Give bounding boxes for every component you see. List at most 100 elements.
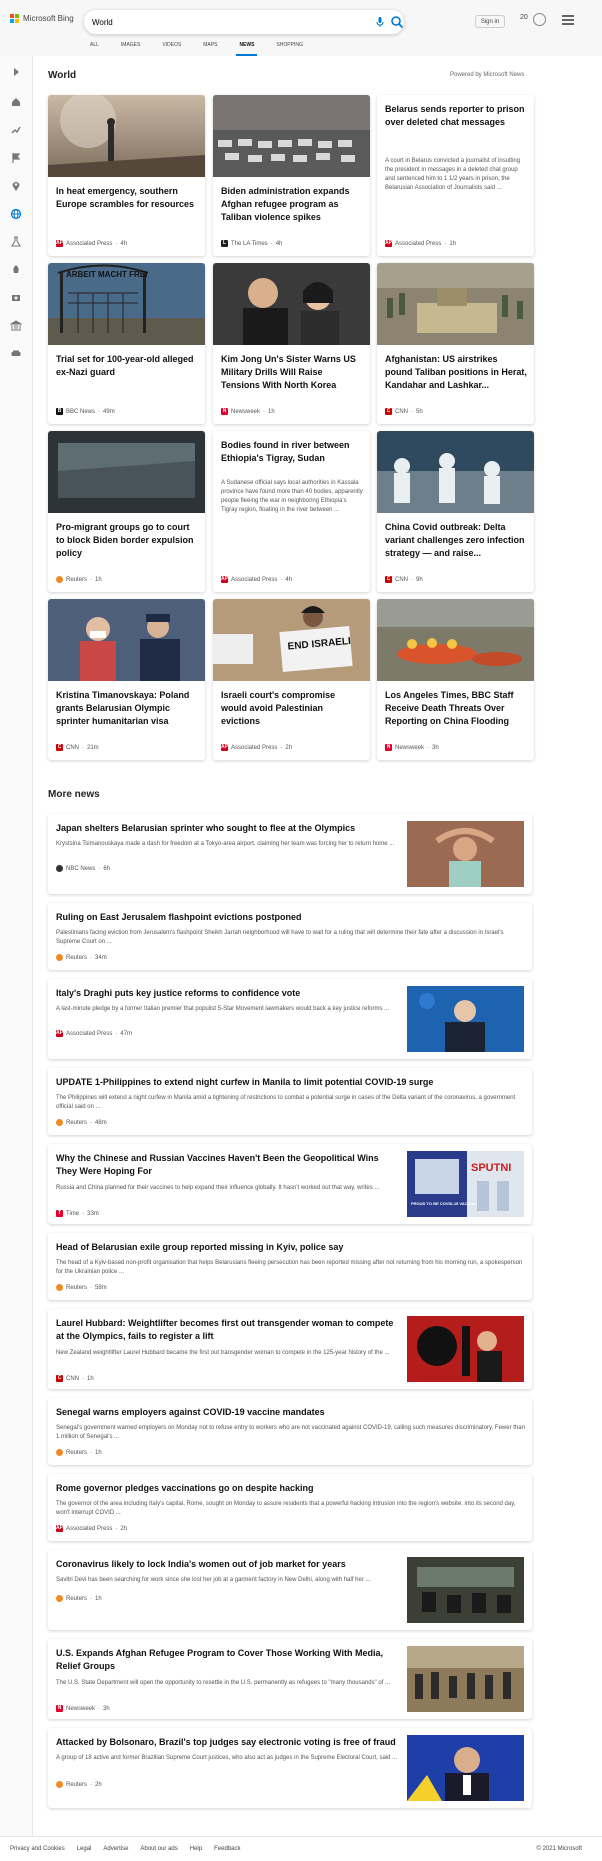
card-title[interactable]: Pro-migrant groups go to court to block … — [56, 521, 198, 560]
row-title[interactable]: Coronavirus likely to lock India's women… — [56, 1558, 401, 1571]
more-news-title: More news — [48, 789, 100, 800]
card-title[interactable]: Belarus sends reporter to prison over de… — [385, 103, 527, 129]
expand-icon[interactable] — [10, 66, 22, 78]
row-source: NBC News · 6h — [56, 865, 110, 872]
news-card[interactable]: Afghanistan: US airstrikes pound Taliban… — [377, 263, 534, 424]
microphone-icon[interactable] — [374, 16, 386, 28]
news-row[interactable]: Senegal warns employers against COVID-19… — [48, 1398, 532, 1465]
tab-images[interactable]: IMAGES — [121, 40, 140, 56]
card-title[interactable]: Biden administration expands Afghan refu… — [221, 185, 363, 224]
news-card[interactable]: ARBEIT MACHT FREI Trial set for 100-year… — [48, 263, 205, 424]
card-source: C CNN · 21m — [56, 744, 99, 751]
news-row[interactable]: Ruling on East Jerusalem flashpoint evic… — [48, 903, 532, 970]
card-title[interactable]: Israeli court's compromise would avoid P… — [221, 689, 363, 728]
ap-logo-icon: AP — [221, 744, 228, 751]
tab-maps[interactable]: MAPS — [203, 40, 217, 56]
news-card[interactable]: END ISRAELI Israeli court's compromise w… — [213, 599, 370, 760]
rocket-icon[interactable] — [10, 264, 22, 276]
la-times-logo-icon: L — [221, 240, 228, 247]
row-title[interactable]: Laurel Hubbard: Weightlifter becomes fir… — [56, 1317, 401, 1343]
row-description: Krystsina Tsimanouskaya made a dash for … — [56, 841, 395, 847]
rewards-count[interactable]: 20 — [520, 14, 528, 21]
card-image — [213, 95, 370, 177]
row-title[interactable]: Japan shelters Belarusian sprinter who s… — [56, 822, 396, 835]
science-icon[interactable] — [10, 236, 22, 248]
footer-link-privacy[interactable]: Privacy and Cookies — [10, 1846, 65, 1852]
news-row[interactable]: Japan shelters Belarusian sprinter who s… — [48, 814, 532, 894]
footer-link-about-ads[interactable]: About our ads — [140, 1846, 177, 1852]
footer-link-feedback[interactable]: Feedback — [214, 1846, 240, 1852]
news-row[interactable]: U.S. Expands Afghan Refugee Program to C… — [48, 1639, 532, 1719]
card-source: AP Associated Press · 1h — [385, 240, 457, 247]
row-title[interactable]: Rome governor pledges vaccinations go on… — [56, 1482, 526, 1495]
footer-link-advertise[interactable]: Advertise — [103, 1846, 128, 1852]
home-icon[interactable] — [10, 96, 22, 108]
card-description: A court in Belarus convicted a journalis… — [385, 158, 521, 191]
card-title[interactable]: China Covid outbreak: Delta variant chal… — [385, 521, 527, 560]
card-title[interactable]: Kristina Timanovskaya: Poland grants Bel… — [56, 689, 198, 728]
tab-all[interactable]: ALL — [90, 40, 99, 56]
news-row[interactable]: Coronavirus likely to lock India's women… — [48, 1550, 532, 1630]
news-row[interactable]: Head of Belarusian exile group reported … — [48, 1233, 532, 1300]
news-row[interactable]: Attacked by Bolsonaro, Brazil's top judg… — [48, 1728, 532, 1808]
card-title[interactable]: Los Angeles Times, BBC Staff Receive Dea… — [385, 689, 527, 728]
row-title[interactable]: Ruling on East Jerusalem flashpoint evic… — [56, 911, 526, 924]
news-row[interactable]: Laurel Hubbard: Weightlifter becomes fir… — [48, 1309, 532, 1389]
tab-shopping[interactable]: SHOPPING — [276, 40, 302, 56]
microsoft-logo-icon — [10, 14, 19, 23]
entertainment-icon[interactable] — [10, 292, 22, 304]
row-title[interactable]: U.S. Expands Afghan Refugee Program to C… — [56, 1647, 401, 1673]
card-source: AP Associated Press · 4h — [221, 576, 293, 583]
menu-icon[interactable] — [562, 15, 574, 25]
card-image — [48, 599, 205, 681]
news-card[interactable]: Kristina Timanovskaya: Poland grants Bel… — [48, 599, 205, 760]
search-icon[interactable] — [390, 15, 404, 29]
rewards-icon[interactable] — [533, 13, 546, 26]
row-title[interactable]: UPDATE 1-Philippines to extend night cur… — [56, 1076, 526, 1089]
card-title[interactable]: Trial set for 100-year-old alleged ex-Na… — [56, 353, 198, 379]
news-card[interactable]: Los Angeles Times, BBC Staff Receive Dea… — [377, 599, 534, 760]
ap-logo-icon: AP — [56, 240, 63, 247]
bank-icon[interactable] — [10, 320, 22, 332]
search-tabs: ALL IMAGES VIDEOS MAPS NEWS SHOPPING — [90, 40, 325, 56]
card-title[interactable]: Afghanistan: US airstrikes pound Taliban… — [385, 353, 527, 392]
globe-icon[interactable] — [10, 208, 22, 220]
row-title[interactable]: Attacked by Bolsonaro, Brazil's top judg… — [56, 1736, 401, 1749]
news-row[interactable]: UPDATE 1-Philippines to extend night cur… — [48, 1068, 532, 1135]
news-row[interactable]: Why the Chinese and Russian Vaccines Hav… — [48, 1144, 532, 1224]
card-title[interactable]: Kim Jong Un's Sister Warns US Military D… — [221, 353, 363, 392]
reuters-logo-icon — [56, 1284, 63, 1291]
bing-logo[interactable]: Microsoft Bing — [10, 14, 74, 23]
car-icon[interactable] — [10, 348, 22, 360]
row-title[interactable]: Senegal warns employers against COVID-19… — [56, 1406, 526, 1419]
news-card[interactable]: Pro-migrant groups go to court to block … — [48, 431, 205, 592]
card-title[interactable]: Bodies found in river between Ethiopia's… — [221, 439, 363, 465]
location-icon[interactable] — [10, 180, 22, 192]
row-thumbnail — [407, 1316, 524, 1382]
flag-icon[interactable] — [10, 152, 22, 164]
footer-link-legal[interactable]: Legal — [77, 1846, 92, 1852]
sign-in-button[interactable]: Sign in — [475, 15, 505, 28]
search-input[interactable] — [92, 15, 342, 29]
news-row[interactable]: Italy's Draghi puts key justice reforms … — [48, 979, 532, 1059]
row-title[interactable]: Italy's Draghi puts key justice reforms … — [56, 987, 396, 1000]
row-title[interactable]: Head of Belarusian exile group reported … — [56, 1241, 526, 1254]
row-title[interactable]: Why the Chinese and Russian Vaccines Hav… — [56, 1152, 401, 1178]
vaccine-brand-text: SPUTNI — [471, 1162, 511, 1174]
news-card[interactable]: Biden administration expands Afghan refu… — [213, 95, 370, 256]
tab-videos[interactable]: VIDEOS — [162, 40, 181, 56]
tab-news[interactable]: NEWS — [236, 40, 258, 56]
news-card[interactable]: In heat emergency, southern Europe scram… — [48, 95, 205, 256]
news-card[interactable]: Kim Jong Un's Sister Warns US Military D… — [213, 263, 370, 424]
trending-icon[interactable] — [10, 124, 22, 136]
powered-by[interactable]: Powered by Microsoft News — [450, 72, 524, 78]
news-row[interactable]: Rome governor pledges vaccinations go on… — [48, 1474, 532, 1541]
news-card[interactable]: Belarus sends reporter to prison over de… — [377, 95, 534, 256]
news-card[interactable]: China Covid outbreak: Delta variant chal… — [377, 431, 534, 592]
news-card[interactable]: Bodies found in river between Ethiopia's… — [213, 431, 370, 592]
footer-link-help[interactable]: Help — [190, 1846, 202, 1852]
row-description: The governor of the area including Italy… — [56, 1501, 516, 1516]
card-source: AP Associated Press · 4h — [56, 240, 128, 247]
copyright: © 2021 Microsoft — [536, 1846, 582, 1852]
card-title[interactable]: In heat emergency, southern Europe scram… — [56, 185, 198, 211]
